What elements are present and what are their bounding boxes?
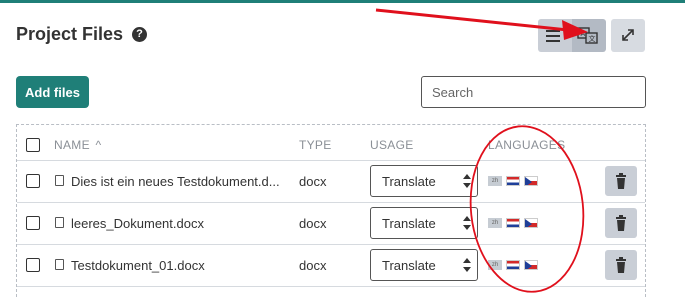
language-flags: zh	[488, 260, 538, 270]
croatia-flag	[506, 260, 520, 270]
czech-flag	[524, 218, 538, 228]
file-name[interactable]: Dies ist ein neues Testdokument.d...	[71, 174, 280, 189]
source-language-flag: zh	[488, 176, 502, 186]
croatia-flag	[506, 218, 520, 228]
svg-text:文: 文	[589, 34, 596, 43]
trash-icon	[616, 215, 626, 231]
source-language-flag: zh	[488, 260, 502, 270]
language-flags: zh	[488, 176, 538, 186]
delete-button[interactable]	[605, 166, 637, 196]
usage-select-value: Translate	[382, 258, 436, 273]
svg-text:A: A	[581, 30, 586, 38]
row-checkbox[interactable]	[26, 258, 40, 272]
usage-select-value: Translate	[382, 174, 436, 189]
expand-icon	[622, 29, 634, 41]
select-arrows-icon	[463, 174, 471, 188]
column-header-usage: USAGE	[370, 138, 414, 152]
file-icon	[55, 259, 64, 270]
usage-select[interactable]: Translate	[370, 165, 478, 197]
select-arrows-icon	[463, 258, 471, 272]
list-view-icon	[546, 30, 560, 42]
top-accent-bar	[0, 0, 685, 3]
czech-flag	[524, 176, 538, 186]
help-icon[interactable]: ?	[132, 27, 147, 42]
language-view-button[interactable]: A 文	[572, 19, 606, 52]
source-language-flag: zh	[488, 218, 502, 228]
select-all-checkbox[interactable]	[26, 138, 40, 152]
expand-button[interactable]	[611, 19, 645, 52]
page-title: Project Files	[16, 24, 124, 44]
trash-icon	[616, 173, 626, 189]
language-flags: zh	[488, 218, 538, 228]
usage-select-value: Translate	[382, 216, 436, 231]
file-name[interactable]: leeres_Dokument.docx	[71, 216, 204, 231]
delete-button[interactable]	[605, 208, 637, 238]
row-checkbox[interactable]	[26, 216, 40, 230]
column-header-name-label: NAME	[54, 138, 90, 152]
row-divider	[17, 286, 645, 287]
list-view-button[interactable]	[538, 19, 572, 52]
trash-icon	[616, 257, 626, 273]
column-header-name[interactable]: NAME ^	[54, 138, 101, 152]
croatia-flag	[506, 176, 520, 186]
file-icon	[55, 175, 64, 186]
search-input[interactable]	[421, 76, 646, 108]
select-arrows-icon	[463, 216, 471, 230]
sort-ascending-icon: ^	[95, 138, 102, 152]
column-header-type: TYPE	[299, 138, 332, 152]
delete-button[interactable]	[605, 250, 637, 280]
usage-select[interactable]: Translate	[370, 249, 478, 281]
file-type: docx	[299, 174, 327, 189]
file-icon	[55, 217, 64, 228]
add-files-button[interactable]: Add files	[16, 76, 89, 108]
czech-flag	[524, 260, 538, 270]
usage-select[interactable]: Translate	[370, 207, 478, 239]
file-type: docx	[299, 258, 327, 273]
file-name[interactable]: Testdokument_01.docx	[71, 258, 205, 273]
column-header-languages: LANGUAGES	[488, 138, 566, 152]
row-checkbox[interactable]	[26, 174, 40, 188]
file-type: docx	[299, 216, 327, 231]
language-view-icon: A 文	[577, 27, 598, 44]
